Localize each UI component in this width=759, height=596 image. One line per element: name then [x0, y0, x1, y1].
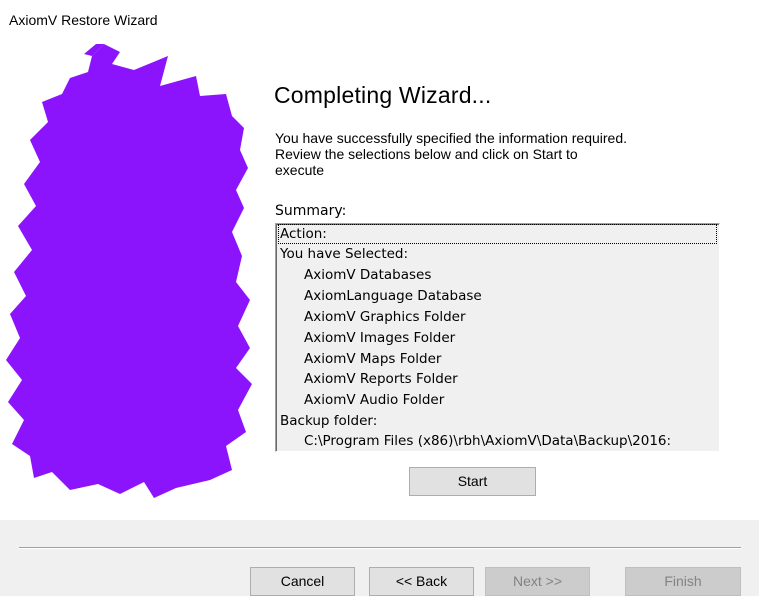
footer-divider [19, 547, 741, 549]
intro-line: execute [275, 162, 325, 178]
cancel-button[interactable]: Cancel [250, 567, 355, 596]
finish-button[interactable]: Finish [625, 567, 741, 596]
summary-listbox[interactable]: Action: You have Selected: AxiomV Databa… [275, 223, 720, 452]
intro-line: You have successfully specified the info… [275, 130, 628, 146]
summary-item-reports-folder[interactable]: AxiomV Reports Folder [304, 369, 458, 389]
start-button[interactable]: Start [409, 467, 536, 496]
next-button[interactable]: Next >> [485, 567, 590, 596]
wizard-side-art [6, 44, 252, 498]
summary-item-language-database[interactable]: AxiomLanguage Database [304, 286, 482, 306]
summary-label: Summary: [275, 203, 347, 219]
summary-item-action[interactable]: Action: [278, 224, 717, 244]
summary-item-images-folder[interactable]: AxiomV Images Folder [304, 328, 455, 348]
summary-item-backup-header[interactable]: Backup folder: [280, 411, 377, 431]
summary-item-databases[interactable]: AxiomV Databases [304, 265, 431, 285]
summary-item-maps-folder[interactable]: AxiomV Maps Folder [304, 349, 441, 369]
back-button[interactable]: << Back [369, 567, 474, 596]
wizard-heading: Completing Wizard... [274, 82, 492, 108]
summary-item-selected-header[interactable]: You have Selected: [280, 244, 408, 264]
summary-item-graphics-folder[interactable]: AxiomV Graphics Folder [304, 307, 466, 327]
intro-line: Review the selections below and click on… [275, 146, 578, 162]
summary-item-audio-folder[interactable]: AxiomV Audio Folder [304, 390, 444, 410]
intro-text: You have successfully specified the info… [275, 130, 735, 178]
summary-item-backup-path[interactable]: C:\Program Files (x86)\rbh\AxiomV\Data\B… [304, 431, 671, 451]
